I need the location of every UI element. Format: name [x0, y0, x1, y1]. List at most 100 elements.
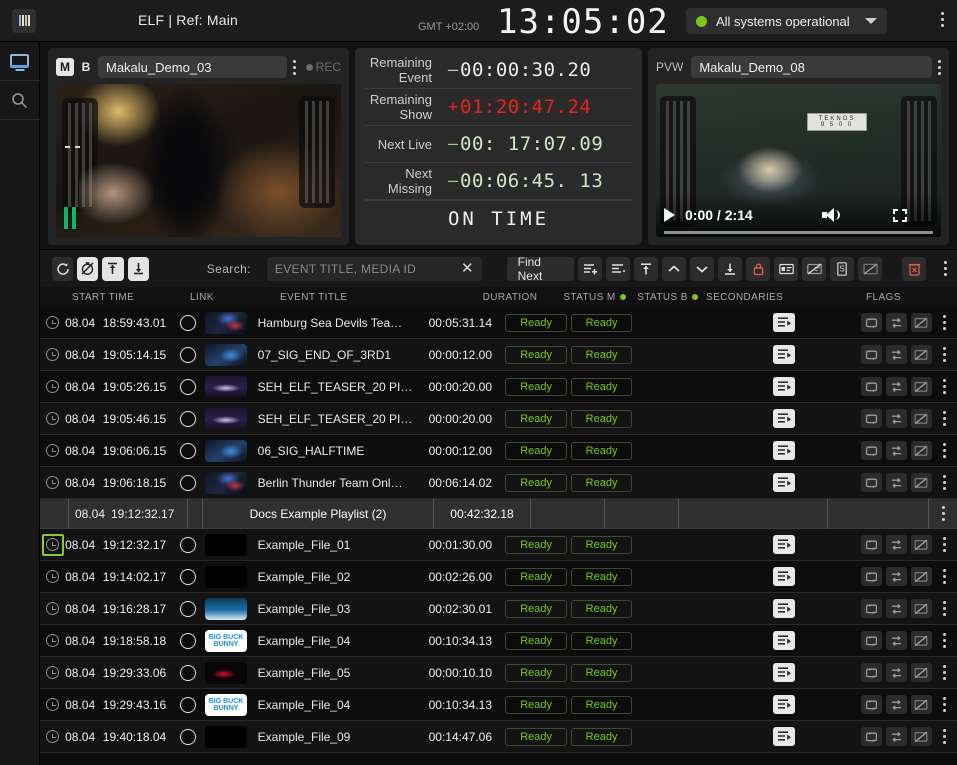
cue-up-icon[interactable]	[102, 257, 123, 281]
loop-icon[interactable]	[861, 409, 882, 428]
row-overflow-menu[interactable]	[943, 665, 946, 680]
table-row[interactable]: 08.0419:05:26.15SEH_ELF_TEASER_20 PI…00:…	[40, 371, 957, 403]
transition-icon[interactable]	[886, 473, 907, 492]
table-row[interactable]: 08.0419:06:18.15Berlin Thunder Team Onl……	[40, 467, 957, 499]
row-link-cell[interactable]	[171, 315, 205, 331]
loop-icon[interactable]	[861, 727, 882, 746]
row-thumbnail-cell[interactable]	[205, 726, 252, 748]
playlist-play-icon[interactable]	[773, 535, 795, 554]
row-thumbnail-cell[interactable]	[205, 408, 252, 430]
row-link-cell[interactable]	[171, 475, 205, 491]
table-row[interactable]: 08.0419:05:14.1507_SIG_END_OF_3RD100:00:…	[40, 339, 957, 371]
no-signal-icon[interactable]	[911, 663, 932, 682]
preview-video-player[interactable]: TEKNOS 9 5 0 0 0:00 / 2:14	[656, 84, 941, 237]
playlist-play-icon[interactable]	[773, 695, 795, 714]
link-node-icon[interactable]	[180, 729, 196, 745]
no-signal-icon[interactable]	[911, 377, 932, 396]
program-overflow-menu[interactable]	[293, 60, 296, 75]
row-thumbnail-cell[interactable]	[205, 376, 252, 398]
no-signal-icon[interactable]	[911, 535, 932, 554]
link-node-icon[interactable]	[180, 601, 196, 617]
row-link-cell[interactable]	[171, 537, 205, 553]
table-row[interactable]: 08.0419:06:06.1506_SIG_HALFTIME00:00:12.…	[40, 435, 957, 467]
playlist-play-icon[interactable]	[773, 313, 795, 332]
row-overflow-menu[interactable]	[943, 475, 946, 490]
link-node-icon[interactable]	[180, 315, 196, 331]
row-link-cell[interactable]	[171, 569, 205, 585]
row-overflow-menu[interactable]	[943, 379, 946, 394]
list-indent-icon[interactable]	[606, 257, 630, 281]
link-node-icon[interactable]	[180, 697, 196, 713]
row-overflow-menu[interactable]	[943, 601, 946, 616]
row-event-title[interactable]: Hamburg Sea Devils Tea…	[252, 316, 418, 330]
clock-icon[interactable]	[46, 570, 59, 583]
row-event-title[interactable]: Example_File_02	[252, 570, 418, 584]
row-thumbnail-cell[interactable]: BIG BUCKBUNNY	[205, 694, 252, 716]
row-thumbnail-cell[interactable]	[205, 440, 252, 462]
no-media-icon[interactable]	[858, 257, 882, 281]
link-node-icon[interactable]	[180, 443, 196, 459]
table-row[interactable]: 08.0419:16:28.17Example_File_0300:02:30.…	[40, 593, 957, 625]
row-link-cell[interactable]	[171, 633, 205, 649]
row-event-title[interactable]: Example_File_04	[252, 698, 418, 712]
event-list[interactable]: 08.0418:59:43.01Hamburg Sea Devils Tea…0…	[40, 307, 957, 765]
no-signal-icon[interactable]	[911, 567, 932, 586]
table-row[interactable]: 08.0418:59:43.01Hamburg Sea Devils Tea…0…	[40, 307, 957, 339]
playlist-play-icon[interactable]	[773, 409, 795, 428]
system-status-dropdown[interactable]: All systems operational	[686, 8, 887, 34]
no-signal-icon[interactable]	[911, 313, 932, 332]
table-row[interactable]: 08.0419:29:43.16BIG BUCKBUNNYExample_Fil…	[40, 689, 957, 721]
play-icon[interactable]	[664, 208, 675, 222]
volume-icon[interactable]	[822, 208, 839, 222]
hamburger-icon[interactable]	[12, 9, 36, 33]
row-link-cell[interactable]	[171, 411, 205, 427]
row-thumbnail-cell[interactable]	[205, 472, 252, 494]
clock-icon[interactable]	[46, 316, 59, 329]
row-overflow-menu[interactable]	[943, 633, 946, 648]
playlist-play-icon[interactable]	[773, 377, 795, 396]
toolbar-overflow-menu[interactable]	[944, 261, 947, 276]
playlist-play-icon[interactable]	[773, 567, 795, 586]
row-overflow-menu[interactable]	[943, 315, 946, 330]
transition-icon[interactable]	[886, 345, 907, 364]
transition-icon[interactable]	[886, 567, 907, 586]
table-row[interactable]: 08.0419:29:33.06Example_File_0500:00:10.…	[40, 657, 957, 689]
clock-icon[interactable]	[46, 476, 59, 489]
link-node-icon[interactable]	[180, 379, 196, 395]
row-overflow-menu[interactable]	[943, 537, 946, 552]
table-row[interactable]: 08.0419:18:58.18BIG BUCKBUNNYExample_Fil…	[40, 625, 957, 657]
delete-icon[interactable]	[902, 257, 926, 281]
playlist-play-icon[interactable]	[773, 599, 795, 618]
row-thumbnail-cell[interactable]	[205, 566, 252, 588]
loop-icon[interactable]	[861, 567, 882, 586]
link-node-icon[interactable]	[180, 633, 196, 649]
move-down-icon[interactable]	[690, 257, 714, 281]
row-overflow-menu[interactable]	[943, 569, 946, 584]
row-link-cell[interactable]	[171, 379, 205, 395]
row-link-cell[interactable]	[171, 665, 205, 681]
clock-icon[interactable]	[46, 666, 59, 679]
loop-icon[interactable]	[861, 631, 882, 650]
loop-icon[interactable]	[861, 345, 882, 364]
loop-icon[interactable]	[861, 377, 882, 396]
program-video-preview[interactable]	[56, 84, 341, 237]
loop-icon[interactable]	[861, 695, 882, 714]
link-node-icon[interactable]	[180, 537, 196, 553]
no-signal-icon[interactable]	[911, 345, 932, 364]
chevron-down-icon[interactable]	[865, 18, 877, 24]
clock-icon[interactable]	[46, 634, 59, 647]
row-thumbnail-cell[interactable]	[205, 534, 252, 556]
transition-icon[interactable]	[886, 535, 907, 554]
clock-icon[interactable]	[46, 348, 59, 361]
row-link-cell[interactable]	[171, 601, 205, 617]
table-row[interactable]: 08.0419:05:46.15SEH_ELF_TEASER_20 PI…00:…	[40, 403, 957, 435]
row-event-title[interactable]: 06_SIG_HALFTIME	[252, 444, 418, 458]
no-signal-icon[interactable]	[911, 441, 932, 460]
b-badge[interactable]: B	[80, 60, 92, 74]
clock-icon[interactable]	[46, 602, 59, 615]
video-progress-bar[interactable]	[664, 231, 933, 234]
row-event-title[interactable]: Example_File_03	[252, 602, 418, 616]
sidebar-item-search[interactable]	[0, 81, 40, 120]
clock-icon[interactable]	[46, 730, 59, 743]
preview-source-field[interactable]: Makalu_Demo_08	[691, 56, 932, 78]
